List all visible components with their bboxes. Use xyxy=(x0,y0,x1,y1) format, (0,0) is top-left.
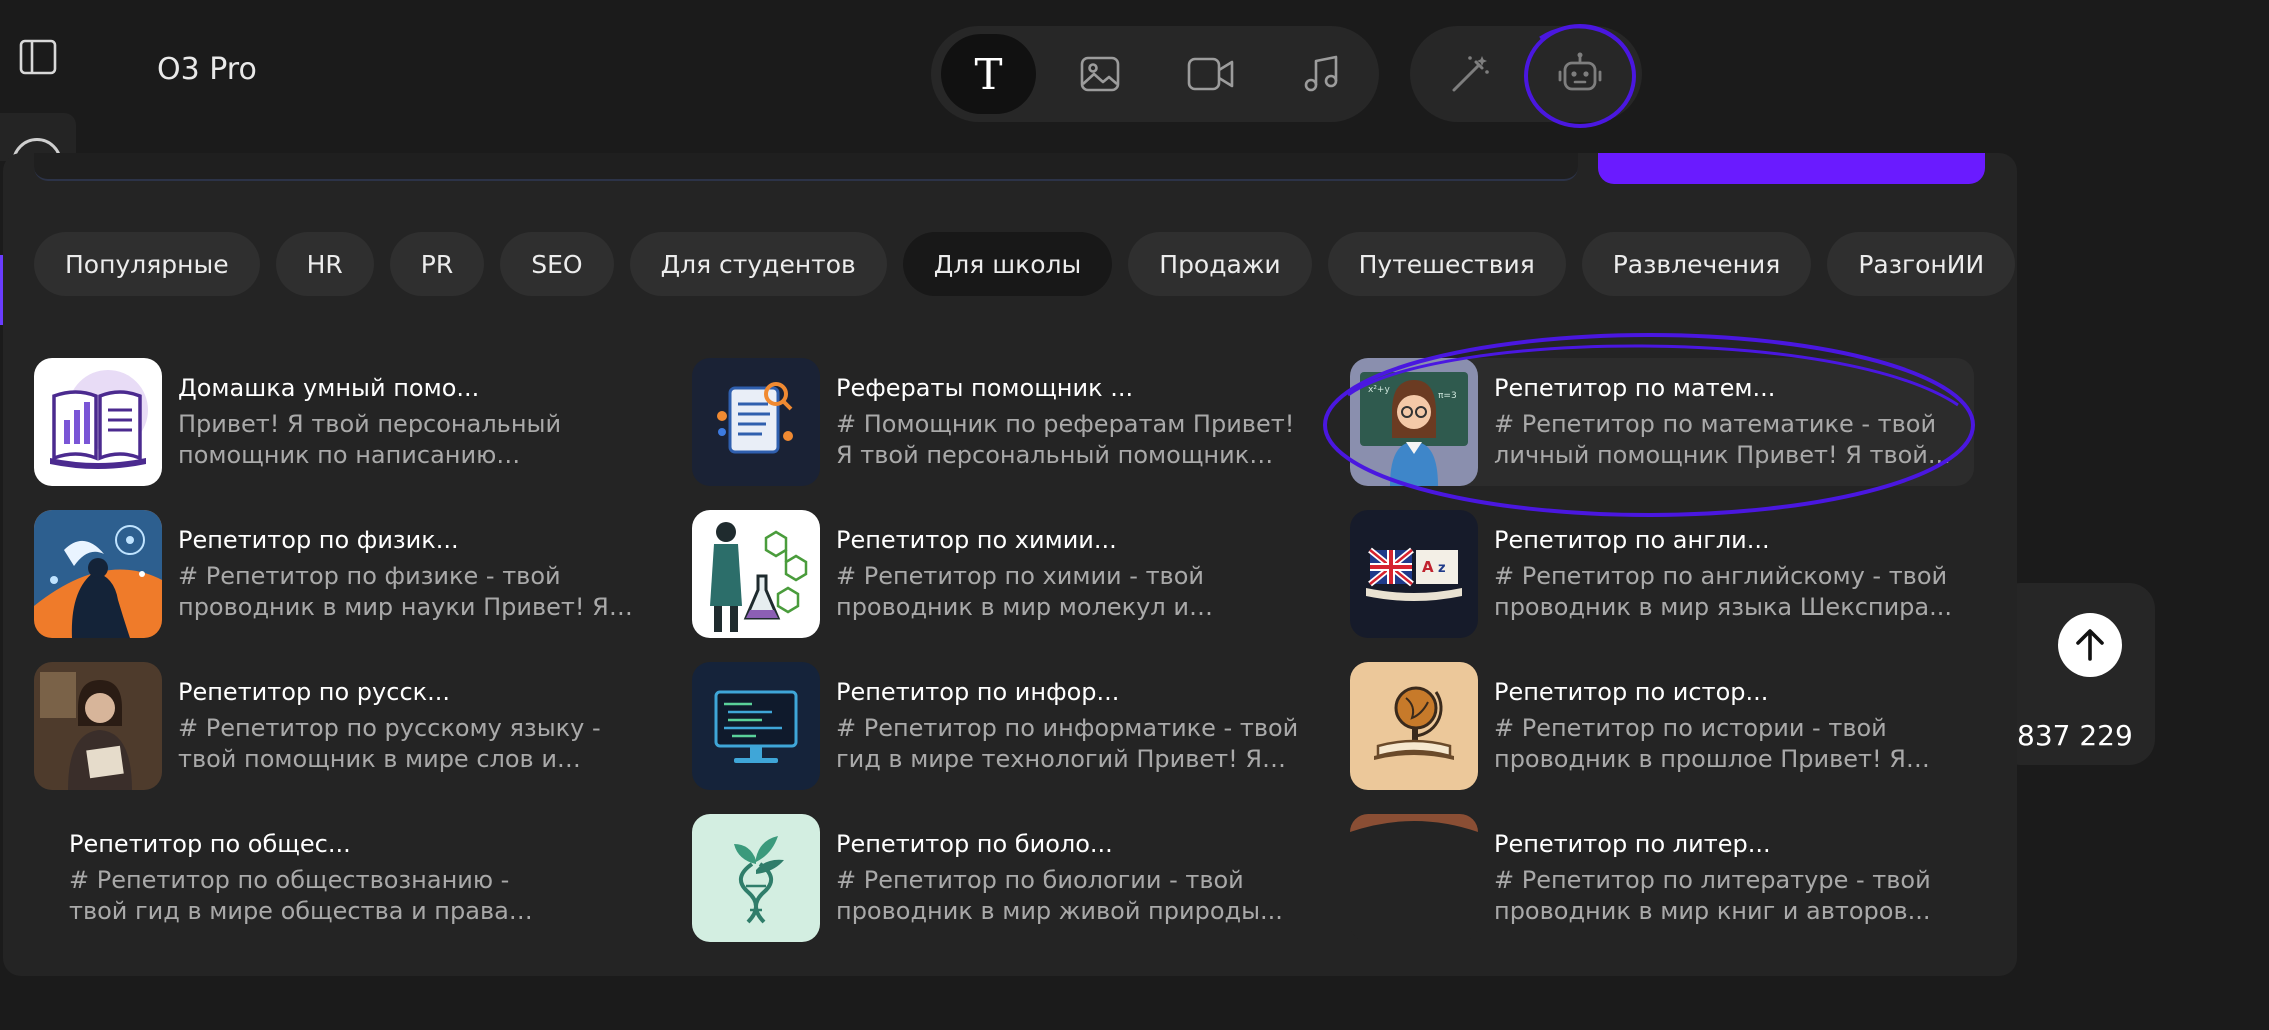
physics-thumbnail xyxy=(34,510,162,638)
card-title: Репетитор по англи... xyxy=(1494,526,1770,554)
assistant-card-informatics[interactable]: Репетитор по инфор... # Репетитор по инф… xyxy=(692,662,1316,790)
magic-wand-icon xyxy=(1452,56,1489,92)
chemistry-thumbnail xyxy=(692,510,820,638)
card-description: # Репетитор по математике - твой личный … xyxy=(1494,410,1951,469)
physicist-icon xyxy=(34,510,162,638)
assistant-card-english[interactable]: A z Репетитор по англи... # Репетитор по… xyxy=(1350,510,1974,638)
card-title: Репетитор по инфор... xyxy=(836,678,1120,706)
token-counter: 837 229 xyxy=(2017,719,2133,752)
assistant-card-biology[interactable]: Репетитор по биоло... # Репетитор по био… xyxy=(692,814,1316,942)
bot-tool-button[interactable] xyxy=(1532,34,1628,114)
globe-book-icon xyxy=(1350,662,1478,790)
card-title: Репетитор по общес... xyxy=(69,830,351,858)
card-title: Репетитор по истор... xyxy=(1494,678,1769,706)
video-mode-button[interactable] xyxy=(1163,34,1258,114)
chip-travel[interactable]: Путешествия xyxy=(1327,232,1566,296)
chip-students[interactable]: Для студентов xyxy=(629,232,887,296)
image-icon xyxy=(1080,56,1119,92)
category-chips: Популярные HR PR SEO Для студентов Для ш… xyxy=(34,232,2016,296)
svg-text:x²+y: x²+y xyxy=(1368,385,1390,395)
svg-text:A: A xyxy=(1422,558,1434,576)
assistant-card-homework[interactable]: Домашка умный помо... Привет! Я твой пер… xyxy=(34,358,658,486)
assistant-card-chemistry[interactable]: Репетитор по химии... # Репетитор по хим… xyxy=(692,510,1316,638)
card-description: # Репетитор по истории - твой проводник … xyxy=(1494,714,1906,773)
card-title: Репетитор по физик... xyxy=(178,526,459,554)
chip-seo[interactable]: SEO xyxy=(500,232,614,296)
assistant-card-essays[interactable]: Рефераты помощник ... # Помощник по рефе… xyxy=(692,358,1316,486)
computer-monitor-icon xyxy=(692,662,820,790)
music-icon xyxy=(1304,55,1337,92)
reader-portrait-icon xyxy=(34,662,162,790)
essays-thumbnail xyxy=(692,358,820,486)
svg-text:π=3: π=3 xyxy=(1438,391,1457,401)
card-title: Репетитор по русск... xyxy=(178,678,451,706)
music-mode-button[interactable] xyxy=(1274,34,1369,114)
homework-thumbnail xyxy=(34,358,162,486)
math-thumbnail: x²+y π=3 xyxy=(1350,358,1478,486)
assistant-card-social[interactable]: Репетитор по общес... # Репетитор по общ… xyxy=(34,814,658,942)
sidebar-panel-icon xyxy=(19,39,57,75)
teacher-icon: x²+y π=3 xyxy=(1350,358,1478,486)
card-description: # Помощник по рефератам Привет! Я твой п… xyxy=(836,410,1295,469)
literature-image-icon xyxy=(1350,814,1478,942)
biology-thumbnail xyxy=(692,814,820,942)
text-mode-icon: T xyxy=(974,49,1003,99)
assistant-card-russian[interactable]: Репетитор по русск... # Репетитор по рус… xyxy=(34,662,658,790)
image-mode-button[interactable] xyxy=(1052,34,1147,114)
assistant-card-math[interactable]: x²+y π=3 Репетитор по матем... # Репетит… xyxy=(1350,358,1974,486)
card-description: # Репетитор по информатике - твой гид в … xyxy=(836,714,1299,773)
chemist-icon xyxy=(692,510,820,638)
panel-search-input[interactable] xyxy=(34,153,1578,181)
card-title: Репетитор по химии... xyxy=(836,526,1117,554)
assistant-grid: Домашка умный помо... Привет! Я твой пер… xyxy=(34,358,1974,942)
english-book-icon: A z xyxy=(1350,510,1478,638)
card-title: Репетитор по биоло... xyxy=(836,830,1113,858)
chip-popular[interactable]: Популярные xyxy=(34,232,260,296)
robot-icon xyxy=(1558,52,1602,91)
assistant-card-history[interactable]: Репетитор по истор... # Репетитор по ист… xyxy=(1350,662,1974,790)
plant-dna-icon xyxy=(692,814,820,942)
chip-school[interactable]: Для школы xyxy=(902,232,1113,296)
english-thumbnail: A z xyxy=(1350,510,1478,638)
model-title[interactable]: O3 Pro xyxy=(157,52,257,87)
tool-switcher xyxy=(1410,26,1642,122)
arrow-up-icon xyxy=(2076,629,2104,661)
russian-thumbnail xyxy=(34,662,162,790)
card-description: # Репетитор по литературе - твой проводн… xyxy=(1494,866,1931,925)
card-title: Домашка умный помо... xyxy=(178,374,480,402)
informatics-thumbnail xyxy=(692,662,820,790)
left-accent-bar xyxy=(0,255,3,325)
video-icon xyxy=(1187,57,1233,91)
sidebar-toggle-button[interactable] xyxy=(18,37,58,77)
literature-thumbnail xyxy=(1350,814,1478,942)
chip-sales[interactable]: Продажи xyxy=(1128,232,1312,296)
text-mode-button[interactable]: T xyxy=(941,34,1036,114)
history-thumbnail xyxy=(1350,662,1478,790)
chip-entertainment[interactable]: Развлечения xyxy=(1581,232,1812,296)
chip-razgon[interactable]: РазгонИИ xyxy=(1827,232,2016,296)
send-button[interactable] xyxy=(2058,613,2122,677)
document-icon xyxy=(692,358,820,486)
card-title: Рефераты помощник ... xyxy=(836,374,1134,402)
svg-text:z: z xyxy=(1438,561,1446,576)
assistant-card-physics[interactable]: Репетитор по физик... # Репетитор по физ… xyxy=(34,510,658,638)
card-description: # Репетитор по обществознанию - твой гид… xyxy=(69,866,510,925)
card-description: # Репетитор по английскому - твой провод… xyxy=(1494,562,1953,621)
card-description: Привет! Я твой персональный помощник по … xyxy=(178,410,562,469)
card-title: Репетитор по матем... xyxy=(1494,374,1776,402)
mode-switcher: T xyxy=(931,26,1379,122)
card-description: # Репетитор по химии - твой проводник в … xyxy=(836,562,1204,621)
card-description: # Репетитор по биологии - твой проводник… xyxy=(836,866,1283,925)
magic-tool-button[interactable] xyxy=(1422,34,1518,114)
card-title: Репетитор по литер... xyxy=(1494,830,1771,858)
card-description: # Репетитор по русскому языку - твой пом… xyxy=(178,714,601,773)
chip-hr[interactable]: HR xyxy=(275,232,374,296)
chip-pr[interactable]: PR xyxy=(389,232,485,296)
book-icon xyxy=(34,358,162,486)
card-description: # Репетитор по физике - твой проводник в… xyxy=(178,562,609,621)
assistant-card-literature[interactable]: Репетитор по литер... # Репетитор по лит… xyxy=(1350,814,1974,942)
panel-action-button[interactable] xyxy=(1598,153,1985,184)
